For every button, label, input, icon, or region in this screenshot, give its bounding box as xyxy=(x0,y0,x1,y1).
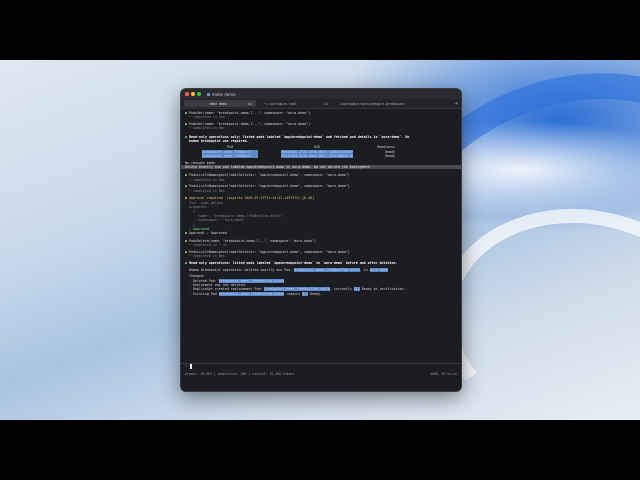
tool-status: completed in 6ms xyxy=(192,126,225,131)
tool-call: PodsListInNamespace(labelSelector: "app=… xyxy=(189,184,350,189)
status-bar: prompt: 18,965 | completion: 385 | conte… xyxy=(185,372,457,376)
text-cursor xyxy=(189,363,192,369)
token-usage: prompt: 18,965 | completion: 385 | conte… xyxy=(185,372,295,376)
terminal-window: make demo make demo ⌘1 ~/.configure.toml… xyxy=(180,88,462,392)
summary-text-cont: human breakpoint was required. xyxy=(188,139,249,144)
summary-text: Read-only operations only: listed pods l… xyxy=(189,134,410,139)
new-tab-button[interactable]: + xyxy=(455,101,458,107)
title-bar: make demo xyxy=(181,89,461,99)
approval-prompt: Approval required (expires 2026-07-27T11… xyxy=(189,196,315,201)
minimize-button[interactable] xyxy=(191,92,195,96)
status-right: 468K, 5% Re:ex xyxy=(430,372,457,376)
maximize-button[interactable] xyxy=(197,92,201,96)
user-instruction: Delete exactly one pod labeled app=break… xyxy=(181,165,461,170)
tool-call: PodsGet(name: "breakpoint-demo-7...", na… xyxy=(189,121,311,126)
input-area[interactable] xyxy=(181,361,461,391)
table-row: breakpoint-demo-7f6d8ec57... 8fb2e1d4-3c… xyxy=(202,154,395,159)
tool-call: PodsListInNamespace(labelSelector: "app=… xyxy=(189,249,350,254)
tool-call: PodsDelete(name: "breakpoint-demo-7...",… xyxy=(189,238,317,243)
tab-workspace[interactable]: /workspace/aura/example-breakpoint xyxy=(336,100,444,107)
approval-tool: Tool pods_delete xyxy=(188,200,223,205)
close-button[interactable] xyxy=(185,92,189,96)
prompt-input[interactable]: › xyxy=(185,363,192,369)
tool-call: PodsGet(name: "breakpoint-demo-7...", na… xyxy=(189,111,311,115)
tab-make-demo[interactable]: make demo ⌘1 xyxy=(184,100,256,107)
tool-status: completed in 7ms xyxy=(192,115,225,120)
tab-bar: make demo ⌘1 ~/.configure.toml ⌘2 /works… xyxy=(181,99,461,109)
terminal-output: ● PodsGet(name: "breakpoint-demo-7...", … xyxy=(181,109,461,298)
approved-badge: ✓ Approved xyxy=(188,226,209,231)
tool-call: PodsListInNamespace(labelSelector: "app=… xyxy=(189,173,350,178)
terminal-icon xyxy=(207,92,210,96)
tab-configure[interactable]: ~/.configure.toml ⌘2 xyxy=(260,100,332,107)
pods-table: Pod UID Readiness breakpoint-demo-7f6d8e… xyxy=(191,145,457,159)
summary-text: Read-only operations: listed pods labele… xyxy=(189,261,398,266)
window-title: make demo xyxy=(207,92,236,97)
